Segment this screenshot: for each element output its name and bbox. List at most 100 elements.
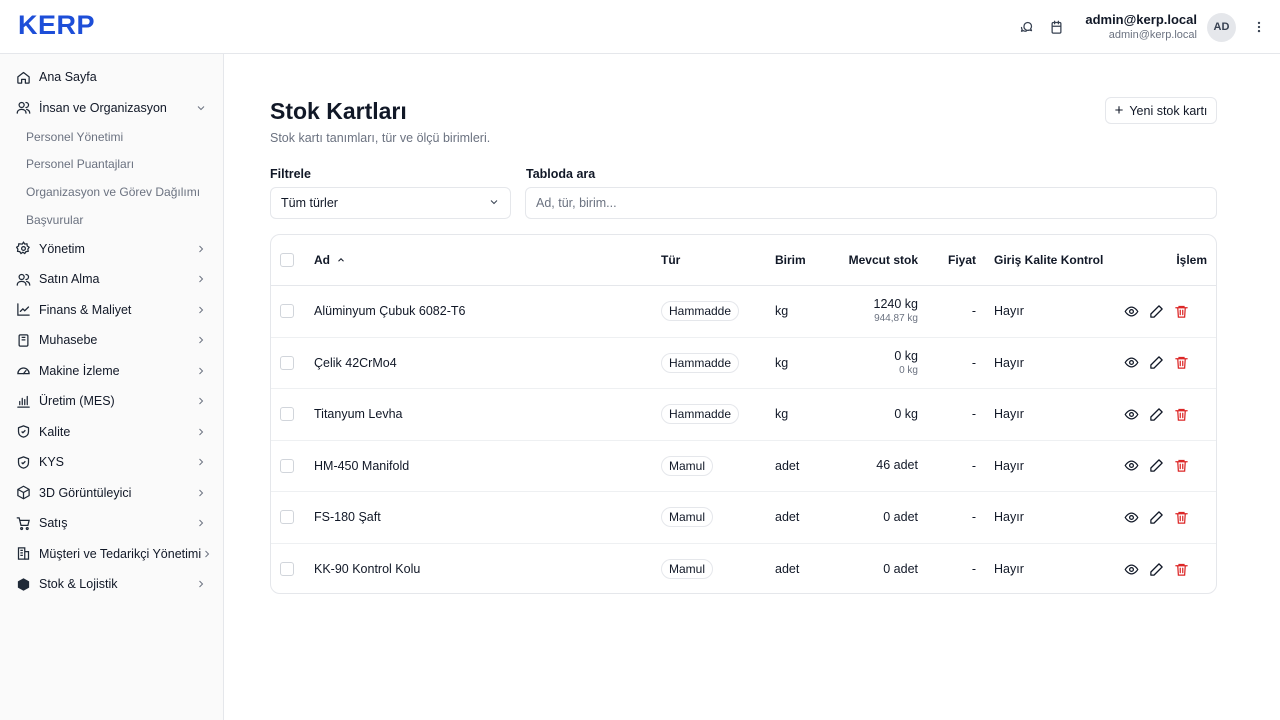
eye-icon[interactable] — [1123, 303, 1139, 319]
sidebar-item-finans-maliyet[interactable]: Finans & Maliyet — [0, 294, 223, 325]
app-logo[interactable]: KERP — [18, 10, 95, 41]
chevron-right-icon — [195, 304, 207, 316]
chevron-down-icon — [488, 196, 500, 211]
column-header-ad[interactable]: Ad — [314, 235, 346, 285]
table-row[interactable]: Alüminyum Çubuk 6082-T6 Hammadde kg 1240… — [271, 286, 1216, 338]
type-badge: Mamul — [661, 455, 714, 476]
column-header-birim[interactable]: Birim — [775, 235, 806, 285]
row-actions — [1123, 286, 1198, 337]
bar-chart-icon — [16, 394, 31, 409]
row-checkbox[interactable] — [280, 544, 294, 594]
trash-icon[interactable] — [1173, 355, 1189, 371]
cell-fiyat: - — [971, 407, 976, 422]
table-row[interactable]: KK-90 Kontrol Kolu Mamul adet 0 adet - H… — [271, 544, 1216, 594]
pencil-icon[interactable] — [1148, 355, 1164, 371]
stock-main: 1240 kg — [873, 297, 918, 312]
chevron-right-icon — [195, 517, 207, 529]
sidebar-item-label: Stok & Lojistik — [39, 577, 118, 592]
sidebar-subitem-personel-puantajlari[interactable]: Personel Puantajları — [0, 151, 223, 179]
type-badge: Hammadde — [661, 404, 740, 425]
table-row[interactable]: Çelik 42CrMo4 Hammadde kg 0 kg 0 kg - Hay… — [271, 338, 1216, 389]
pencil-icon[interactable] — [1148, 406, 1164, 422]
user-email: admin@kerp.local — [1108, 29, 1197, 41]
cell-birim: kg — [775, 407, 789, 422]
user-info[interactable]: admin@kerp.local admin@kerp.local — [1085, 12, 1197, 42]
column-header-tur[interactable]: Tür — [661, 235, 680, 285]
row-checkbox[interactable] — [280, 338, 294, 389]
sidebar-item-uretim-mes[interactable]: Üretim (MES) — [0, 386, 223, 417]
cell-stok: 0 adet — [883, 492, 918, 543]
sidebar-item-label: Satın Alma — [39, 272, 100, 287]
shield-check-icon — [16, 455, 31, 470]
select-all-checkbox[interactable] — [280, 235, 294, 285]
user-name: admin@kerp.local — [1085, 12, 1197, 27]
eye-icon[interactable] — [1123, 561, 1139, 577]
avatar[interactable]: AD — [1207, 12, 1236, 42]
row-checkbox[interactable] — [280, 389, 294, 440]
row-actions — [1123, 544, 1198, 594]
stock-main: 0 adet — [883, 561, 918, 576]
pencil-icon[interactable] — [1148, 303, 1164, 319]
trash-icon[interactable] — [1173, 406, 1189, 422]
page-subtitle: Stok kartı tanımları, tür ve ölçü biriml… — [270, 131, 491, 145]
eye-icon[interactable] — [1123, 406, 1139, 422]
sidebar-item-satis[interactable]: Satış — [0, 508, 223, 539]
chevron-right-icon — [195, 365, 207, 377]
sidebar-item-ana-sayfa[interactable]: Ana Sayfa — [0, 62, 223, 93]
row-checkbox[interactable] — [280, 441, 294, 492]
users-icon — [16, 272, 31, 287]
trash-icon[interactable] — [1173, 509, 1189, 525]
sidebar-subitem-personel-yonetimi[interactable]: Personel Yönetimi — [0, 123, 223, 151]
column-header-stok[interactable]: Mevcut stok — [849, 235, 918, 285]
trash-icon[interactable] — [1173, 303, 1189, 319]
sidebar-item-musteri-tedarikci[interactable]: Müşteri ve Tedarikçi Yönetimi — [0, 538, 223, 569]
eye-icon[interactable] — [1123, 458, 1139, 474]
sidebar-item-yonetim[interactable]: Yönetim — [0, 233, 223, 264]
pencil-icon[interactable] — [1148, 561, 1164, 577]
cell-kalite-kontrol: Hayır — [994, 562, 1024, 577]
table-row[interactable]: FS-180 Şaft Mamul adet 0 adet - Hayır — [271, 492, 1216, 544]
sidebar-item-satin-alma[interactable]: Satın Alma — [0, 264, 223, 295]
type-filter-select[interactable]: Tüm türler — [270, 187, 511, 219]
sidebar-item-insan-organizasyon[interactable]: İnsan ve Organizasyon — [0, 93, 223, 124]
top-actions: admin@kerp.local admin@kerp.local AD — [1011, 0, 1280, 54]
cell-fiyat: - — [971, 304, 976, 319]
column-header-fiyat[interactable]: Fiyat — [948, 235, 976, 285]
sidebar-item-muhasebe[interactable]: Muhasebe — [0, 325, 223, 356]
pencil-icon[interactable] — [1148, 509, 1164, 525]
new-stock-card-button[interactable]: + Yeni stok kartı — [1105, 97, 1217, 124]
page-title: Stok Kartları — [270, 98, 407, 124]
chevron-right-icon — [195, 334, 207, 346]
cell-fiyat: - — [971, 458, 976, 473]
chat-icon[interactable] — [1011, 12, 1041, 42]
table-row[interactable]: Titanyum Levha Hammadde kg 0 kg - Hayır — [271, 389, 1216, 441]
cell-tur: Mamul — [661, 441, 714, 492]
users-icon — [16, 100, 31, 115]
more-vertical-icon[interactable] — [1244, 12, 1274, 42]
sidebar-item-kys[interactable]: KYS — [0, 447, 223, 478]
column-header-kalite-kontrol[interactable]: Giriş Kalite Kontrol — [994, 235, 1103, 285]
sidebar-item-label: Muhasebe — [39, 333, 98, 348]
eye-icon[interactable] — [1123, 509, 1139, 525]
sidebar-subitem-organizasyon-gorev[interactable]: Organizasyon ve Görev Dağılımı — [0, 178, 223, 206]
pencil-icon[interactable] — [1148, 458, 1164, 474]
filter-label: Filtrele — [270, 167, 311, 181]
trash-icon[interactable] — [1173, 561, 1189, 577]
sidebar-subitem-basvurular[interactable]: Başvurular — [0, 206, 223, 234]
sidebar-item-stok-lojistik[interactable]: Stok & Lojistik — [0, 569, 223, 600]
trash-icon[interactable] — [1173, 458, 1189, 474]
calendar-icon[interactable] — [1041, 12, 1071, 42]
row-checkbox[interactable] — [280, 286, 294, 337]
sidebar-item-kalite[interactable]: Kalite — [0, 416, 223, 447]
table-row[interactable]: HM-450 Manifold Mamul adet 46 adet - Hay… — [271, 441, 1216, 492]
sidebar-item-makine-izleme[interactable]: Makine İzleme — [0, 355, 223, 386]
sidebar-item-3d-goruntuleyici[interactable]: 3D Görüntüleyici — [0, 477, 223, 508]
cell-ad: KK-90 Kontrol Kolu — [314, 562, 421, 577]
shield-check-icon — [16, 424, 31, 439]
row-checkbox[interactable] — [280, 492, 294, 543]
sidebar: Ana Sayfa İnsan ve Organizasyon Personel… — [0, 54, 224, 720]
table-search-input[interactable] — [525, 187, 1217, 219]
stock-sub: 944,87 kg — [874, 313, 918, 325]
eye-icon[interactable] — [1123, 355, 1139, 371]
cell-fiyat: - — [971, 510, 976, 525]
